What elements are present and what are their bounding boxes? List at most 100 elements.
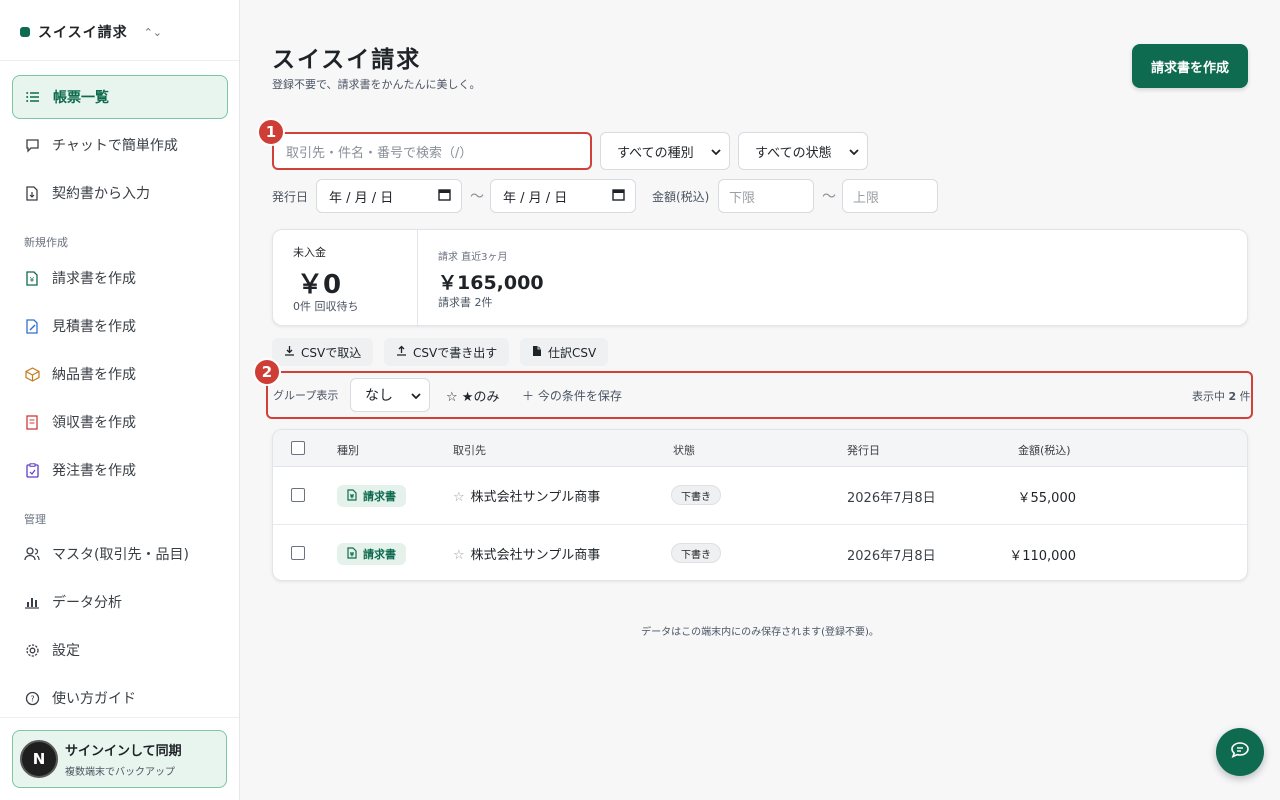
unpaid-value: ￥0: [297, 270, 342, 300]
documents-table: 種別 取引先 状態 発行日 金額(税込) ¥ 請求書 ☆ 株式会社サンプル商事 下…: [272, 429, 1248, 581]
calendar-icon: [438, 188, 451, 205]
sidebar-item-label: 請求書を作成: [52, 271, 136, 287]
download-icon: [284, 345, 295, 359]
page-subtitle: 登録不要で、請求書をかんたんに美しく。: [272, 78, 481, 91]
clipboard-icon: [24, 462, 40, 478]
workspace-switcher[interactable]: スイスイ請求 ⌃⌄: [20, 22, 162, 42]
kind-badge: ¥ 請求書: [337, 485, 406, 507]
summary-card: 未入金 ￥0 0件 回収待ち 請求 直近3ヶ月 ￥165,000 請求書 2件: [272, 229, 1248, 327]
storage-note: データはこの端末内にのみ保存されます(登録不要)。: [641, 627, 879, 638]
chat-fab-button[interactable]: [1216, 728, 1264, 776]
signin-subtitle: 複数端末でバックアップ: [65, 767, 175, 778]
save-conditions-button[interactable]: ＋ 今の条件を保存: [522, 387, 622, 404]
result-count: 表示中 2 件: [1192, 388, 1251, 404]
csv-export-label: CSVで書き出す: [413, 345, 498, 360]
sidebar-item-create-invoice[interactable]: ¥ 請求書を作成: [12, 256, 228, 300]
type-select[interactable]: すべての種別: [600, 132, 730, 170]
invoice-icon: ¥: [347, 546, 357, 562]
chevron-down-icon: [849, 144, 859, 159]
column-header-client[interactable]: 取引先: [453, 442, 486, 458]
upload-icon: [396, 345, 407, 359]
section-label-manage: 管理: [24, 513, 46, 526]
sidebar-item-document-list[interactable]: 帳票一覧: [12, 75, 228, 119]
invoice-icon: ¥: [24, 270, 40, 286]
sidebar-item-contract-import[interactable]: 契約書から入力: [12, 171, 228, 215]
divider: [0, 717, 239, 718]
sidebar-item-master[interactable]: マスタ(取引先・品目): [12, 532, 228, 576]
column-header-status[interactable]: 状態: [673, 442, 695, 458]
unpaid-sub: 0件 回収待ち: [293, 300, 359, 313]
csv-import-label: CSVで取込: [301, 345, 362, 360]
date-from-input[interactable]: 年 / 月 / 日: [316, 179, 462, 213]
client-cell: ☆ 株式会社サンプル商事: [453, 486, 600, 505]
search-placeholder: 取引先・件名・番号で検索（/）: [286, 145, 473, 161]
sidebar-item-label: チャットで簡単作成: [52, 138, 178, 154]
status-badge: 下書き: [671, 485, 721, 505]
receipt-icon: [24, 414, 40, 430]
quote-edit-icon: [24, 318, 40, 334]
divider: [0, 60, 239, 61]
kind-label: 請求書: [363, 490, 396, 503]
star-icon[interactable]: ☆: [453, 490, 465, 505]
row-checkbox[interactable]: [291, 546, 305, 560]
journal-csv-label: 仕訳CSV: [548, 345, 597, 360]
select-all-checkbox[interactable]: [291, 441, 305, 455]
starred-only-toggle[interactable]: ☆ ★のみ: [446, 386, 499, 405]
create-invoice-button[interactable]: 請求書を作成: [1132, 44, 1248, 88]
journal-csv-button[interactable]: 仕訳CSV: [520, 338, 609, 366]
sidebar-item-create-receipt[interactable]: 領収書を作成: [12, 400, 228, 444]
table-row[interactable]: ¥ 請求書 ☆ 株式会社サンプル商事 下書き 2026年7月8日 ￥110,000: [273, 524, 1247, 580]
list-icon: [25, 89, 41, 105]
client-name: 株式会社サンプル商事: [470, 490, 601, 505]
search-input[interactable]: 取引先・件名・番号で検索（/）: [272, 132, 592, 170]
column-header-kind[interactable]: 種別: [337, 442, 359, 458]
sidebar-item-label: 使い方ガイド: [52, 691, 136, 707]
billed-label: 請求 直近3ヶ月: [438, 252, 508, 263]
status-select[interactable]: すべての状態: [738, 132, 868, 170]
issued-date: 2026年7月8日: [847, 549, 936, 564]
range-separator: 〜: [822, 189, 836, 205]
sidebar-item-label: 見積書を作成: [52, 319, 136, 335]
sidebar-item-label: 納品書を作成: [52, 367, 136, 383]
unpaid-label: 未入金: [293, 246, 326, 259]
avatar: N: [20, 740, 58, 778]
kind-label: 請求書: [363, 548, 396, 561]
star-icon[interactable]: ☆: [453, 548, 465, 563]
issued-date: 2026年7月8日: [847, 491, 936, 506]
help-icon: ?: [24, 690, 40, 706]
sidebar-item-label: 発注書を作成: [52, 463, 136, 479]
table-header: 種別 取引先 状態 発行日 金額(税込): [273, 430, 1247, 467]
sidebar-item-label: マスタ(取引先・品目): [52, 547, 189, 563]
row-checkbox[interactable]: [291, 488, 305, 502]
sidebar-item-guide[interactable]: ? 使い方ガイド: [12, 676, 228, 720]
result-count-suffix: 件: [1239, 390, 1251, 403]
sidebar-item-analytics[interactable]: データ分析: [12, 580, 228, 624]
amount-max-input[interactable]: 上限: [842, 179, 938, 213]
file-icon: [532, 345, 542, 360]
sidebar-item-label: 設定: [52, 643, 80, 659]
csv-export-button[interactable]: CSVで書き出す: [384, 338, 510, 366]
bar-chart-icon: [24, 594, 40, 610]
amount-label: 金額(税込): [652, 190, 710, 204]
date-to-input[interactable]: 年 / 月 / 日: [490, 179, 636, 213]
amount-max-placeholder: 上限: [853, 190, 880, 206]
group-by-select[interactable]: なし: [350, 378, 430, 412]
sidebar-item-create-delivery[interactable]: 納品書を作成: [12, 352, 228, 396]
column-header-issued[interactable]: 発行日: [847, 442, 880, 458]
sidebar: スイスイ請求 ⌃⌄ 帳票一覧 チャットで簡単作成 契約書から入力 新規作成 ¥ …: [0, 0, 240, 800]
result-count-prefix: 表示中: [1192, 390, 1225, 403]
sidebar-item-create-quote[interactable]: 見積書を作成: [12, 304, 228, 348]
csv-import-button[interactable]: CSVで取込: [272, 338, 374, 366]
type-select-value: すべての種別: [617, 145, 694, 161]
svg-text:¥: ¥: [30, 276, 35, 284]
sidebar-item-create-purchase-order[interactable]: 発注書を作成: [12, 448, 228, 492]
column-header-amount[interactable]: 金額(税込): [1018, 442, 1071, 458]
amount-min-input[interactable]: 下限: [718, 179, 814, 213]
sidebar-item-chat-create[interactable]: チャットで簡単作成: [12, 123, 228, 167]
sidebar-item-label: 帳票一覧: [53, 90, 109, 106]
app-name: スイスイ請求: [38, 25, 128, 41]
signin-sync-button[interactable]: N サインインして同期 複数端末でバックアップ: [12, 730, 227, 788]
table-row[interactable]: ¥ 請求書 ☆ 株式会社サンプル商事 下書き 2026年7月8日 ￥55,000: [273, 467, 1247, 524]
callout-badge-1: 1: [257, 118, 285, 146]
chevron-updown-icon: ⌃⌄: [143, 25, 163, 39]
